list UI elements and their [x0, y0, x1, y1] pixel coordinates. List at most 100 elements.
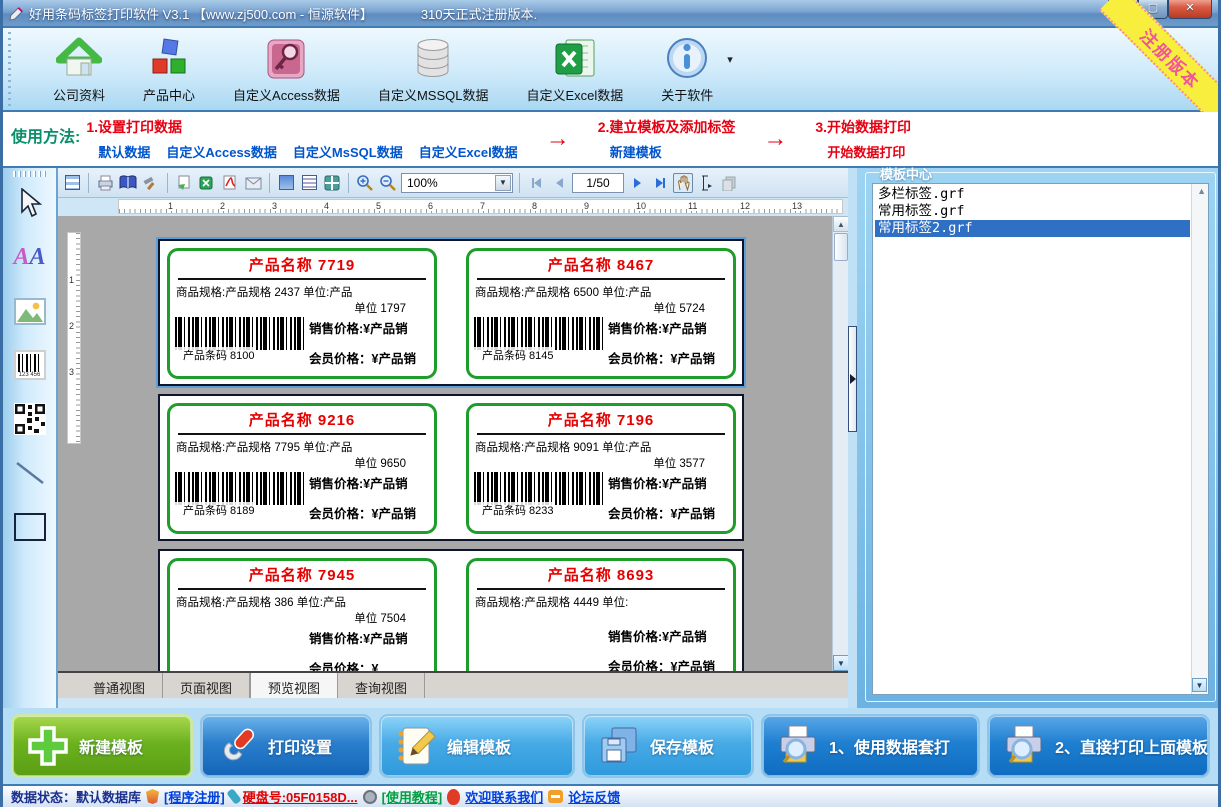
- label-unit2: 单位 5724: [469, 300, 733, 316]
- scroll-down-icon[interactable]: ▼: [1192, 678, 1207, 692]
- usage-link[interactable]: 默认数据: [98, 142, 150, 161]
- member-price: 会员价格：¥产品销: [608, 503, 733, 522]
- toolbar-grip[interactable]: [5, 32, 15, 106]
- multi-page-icon[interactable]: [322, 173, 342, 193]
- label-bottom: 销售价格:¥产品销会员价格：¥产品销: [469, 625, 733, 671]
- properties-icon[interactable]: [62, 173, 82, 193]
- status-link[interactable]: 硬盘号:05F0158D...: [243, 787, 358, 806]
- page-view-icon[interactable]: [299, 173, 319, 193]
- usage-steps: 1.设置打印数据默认数据自定义Access数据自定义MsSQL数据自定义Exce…: [80, 117, 1210, 166]
- close-button[interactable]: ✕: [1168, 0, 1212, 19]
- label-prices: 销售价格:¥产品销会员价格：¥: [305, 627, 434, 671]
- tools-icon[interactable]: [141, 173, 161, 193]
- toolbar-button-company-info[interactable]: 公司资料: [53, 35, 105, 104]
- status-link[interactable]: [程序注册]: [164, 787, 225, 806]
- ruler-number: 10: [635, 201, 647, 211]
- sale-price: 销售价格:¥产品销: [309, 318, 434, 337]
- zoom-level-select[interactable]: 100% ▼: [401, 173, 513, 193]
- status-link[interactable]: 欢迎联系我们: [465, 787, 543, 806]
- usage-link[interactable]: 开始数据打印: [827, 142, 905, 161]
- product-label[interactable]: 产品名称 7719商品规格:产品规格 2437 单位:产品单位 1797产品条码…: [167, 248, 437, 379]
- template-list-item[interactable]: 常用标签2.grf: [875, 220, 1190, 237]
- product-label[interactable]: 产品名称 7945商品规格:产品规格 386 单位:产品单位 7504销售价格:…: [167, 558, 437, 671]
- label-unit2: [469, 610, 733, 624]
- image-tool-icon[interactable]: [10, 291, 50, 331]
- collapse-panel-button[interactable]: [848, 326, 857, 432]
- export-excel-icon[interactable]: [197, 173, 217, 193]
- select-tool-cursor-icon[interactable]: [10, 183, 50, 223]
- hand-pan-tool-icon[interactable]: [673, 173, 693, 193]
- product-label[interactable]: 产品名称 8693商品规格:产品规格 4449 单位:销售价格:¥产品销会员价格…: [466, 558, 736, 671]
- toolbar-button-mssql-data[interactable]: 自定义MSSQL数据: [378, 35, 489, 104]
- barcode-tool-icon[interactable]: 123 456: [10, 345, 50, 385]
- tab-预览视图[interactable]: 预览视图: [250, 673, 338, 698]
- canvas-vertical-scrollbar[interactable]: ▲ ▼: [832, 216, 848, 671]
- template-list-item[interactable]: 常用标签.grf: [875, 203, 1190, 220]
- text-select-tool-icon[interactable]: [696, 173, 716, 193]
- label-prices: 销售价格:¥产品销会员价格：¥产品销: [604, 317, 733, 367]
- scroll-down-icon[interactable]: ▼: [833, 655, 848, 671]
- prev-page-icon[interactable]: [549, 173, 569, 193]
- usage-link[interactable]: 自定义Access数据: [166, 142, 277, 161]
- product-label[interactable]: 产品名称 8467商品规格:产品规格 6500 单位:产品单位 5724产品条码…: [466, 248, 736, 379]
- label-page[interactable]: 产品名称 7719商品规格:产品规格 2437 单位:产品单位 1797产品条码…: [158, 239, 744, 386]
- tab-页面视图[interactable]: 页面视图: [163, 673, 250, 698]
- qrcode-tool-icon[interactable]: [10, 399, 50, 439]
- template-listbox[interactable]: 多栏标签.grf常用标签.grf常用标签2.grf ▲ ▼: [872, 183, 1209, 695]
- scrollbar-thumb[interactable]: [834, 233, 848, 261]
- save-template-button[interactable]: 保存模板: [582, 714, 754, 778]
- zoom-out-icon[interactable]: [378, 173, 398, 193]
- product-label[interactable]: 产品名称 9216商品规格:产品规格 7795 单位:产品单位 9650产品条码…: [167, 403, 437, 534]
- print-layout-icon[interactable]: [276, 173, 296, 193]
- palette-grip[interactable]: [13, 171, 47, 177]
- label-page[interactable]: 产品名称 7945商品规格:产品规格 386 单位:产品单位 7504销售价格:…: [158, 549, 744, 671]
- preview-panel: 100% ▼ 1/50 12345678910111213 123 产品名称 7…: [58, 168, 848, 708]
- template-list-item[interactable]: 多栏标签.grf: [875, 186, 1190, 203]
- scroll-up-icon[interactable]: ▲: [833, 216, 848, 232]
- scroll-up-icon[interactable]: ▲: [1197, 186, 1206, 196]
- edit-template-button[interactable]: 编辑模板: [379, 714, 575, 778]
- preview-canvas[interactable]: 123 产品名称 7719商品规格:产品规格 2437 单位:产品单位 1797…: [58, 216, 848, 671]
- usage-link[interactable]: 自定义MsSQL数据: [293, 142, 403, 161]
- send-mail-icon[interactable]: [243, 173, 263, 193]
- use-data-print-button[interactable]: 1、使用数据套打: [761, 714, 980, 778]
- direct-print-button[interactable]: 2、直接打印上面模板: [987, 714, 1210, 778]
- status-link[interactable]: [使用教程]: [382, 787, 443, 806]
- zoom-level-value: 100%: [407, 176, 438, 190]
- toolbar-button-about[interactable]: 关于软件: [661, 35, 713, 104]
- usage-link[interactable]: 新建模板: [610, 142, 662, 161]
- print-settings-button[interactable]: 打印设置: [200, 714, 372, 778]
- toolbar-button-access-data[interactable]: 自定义Access数据: [233, 35, 340, 104]
- access-data-icon: [263, 35, 309, 83]
- label-page[interactable]: 产品名称 9216商品规格:产品规格 7795 单位:产品单位 9650产品条码…: [158, 394, 744, 541]
- export-pdf-icon[interactable]: [220, 173, 240, 193]
- list-scrollbar[interactable]: ▲ ▼: [1191, 184, 1208, 694]
- template-center-title: 模板中心: [876, 164, 936, 183]
- usage-link[interactable]: 自定义Excel数据: [419, 142, 518, 161]
- copy-page-icon[interactable]: [719, 173, 739, 193]
- page-number-field[interactable]: 1/50: [572, 173, 624, 193]
- print-icon[interactable]: [95, 173, 115, 193]
- first-page-icon[interactable]: [526, 173, 546, 193]
- tab-查询视图[interactable]: 查询视图: [338, 673, 425, 698]
- text-tool-icon[interactable]: AA: [10, 237, 50, 277]
- tab-普通视图[interactable]: 普通视图: [76, 673, 163, 698]
- ruler-number: 5: [375, 201, 382, 211]
- barcode-stripes-icon: [175, 317, 305, 350]
- page-setup-book-icon[interactable]: [118, 173, 138, 193]
- toolbar-dropdown-caret-icon[interactable]: ▾: [727, 53, 733, 66]
- last-page-icon[interactable]: [650, 173, 670, 193]
- label-unit2: 单位 9650: [170, 455, 434, 471]
- next-page-icon[interactable]: [627, 173, 647, 193]
- toolbar-button-product-center[interactable]: 产品中心: [143, 35, 195, 104]
- new-template-button[interactable]: 新建模板: [11, 714, 193, 778]
- zoom-in-icon[interactable]: [355, 173, 375, 193]
- product-label[interactable]: 产品名称 7196商品规格:产品规格 9091 单位:产品单位 3577产品条码…: [466, 403, 736, 534]
- chevron-down-icon[interactable]: ▼: [495, 175, 511, 191]
- usage-step-title: 2.建立模板及添加标签: [598, 117, 736, 137]
- rectangle-tool-icon[interactable]: [10, 507, 50, 547]
- line-tool-icon[interactable]: [10, 453, 50, 493]
- status-link[interactable]: 论坛反馈: [568, 787, 620, 806]
- export-report-icon[interactable]: [174, 173, 194, 193]
- toolbar-button-excel-data[interactable]: 自定义Excel数据: [526, 35, 623, 104]
